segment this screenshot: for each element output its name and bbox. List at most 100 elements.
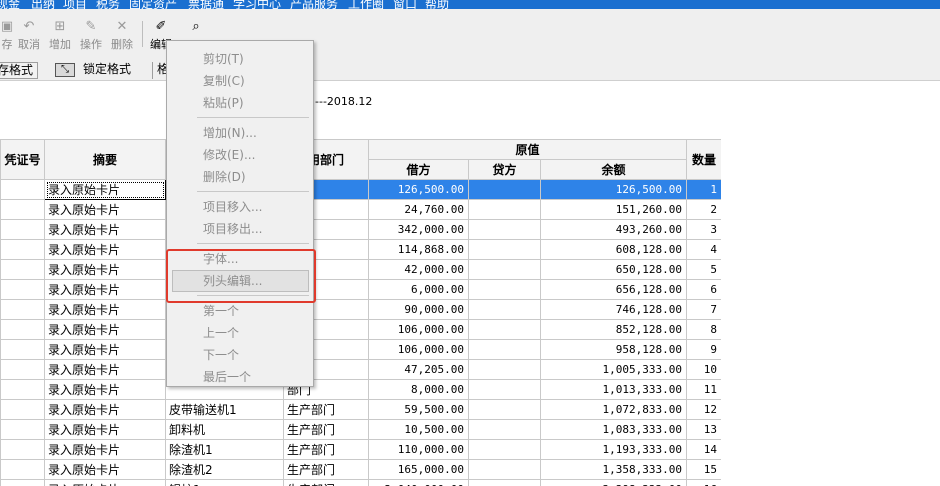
lock-format-button[interactable]: 锁定格式 bbox=[79, 62, 135, 79]
cell-balance[interactable]: 3,398,333.00 bbox=[539, 479, 688, 486]
cell-debit[interactable]: 126,500.00 bbox=[368, 179, 469, 200]
cell-summary[interactable]: 录入原始卡片 bbox=[44, 179, 166, 200]
cell-summary[interactable]: 录入原始卡片 bbox=[44, 239, 166, 260]
table-row[interactable]: 录入原始卡片锅炉1生产部门2,040,000.00 3,398,333.0016 bbox=[0, 479, 721, 486]
cell-debit[interactable]: 42,000.00 bbox=[368, 259, 469, 280]
cell-qty[interactable]: 15 bbox=[686, 459, 721, 480]
cell-summary[interactable]: 录入原始卡片 bbox=[44, 219, 166, 240]
cell-voucher[interactable] bbox=[0, 219, 45, 240]
cell-credit[interactable] bbox=[468, 319, 541, 340]
cell-credit[interactable] bbox=[468, 299, 541, 320]
cell-voucher[interactable] bbox=[0, 399, 45, 420]
table-row[interactable]: 录入原始卡片 卸料机 生产部门 10,500.00 1,083,333.00 13 bbox=[0, 419, 721, 440]
cell-summary[interactable]: 录入原始卡片 bbox=[44, 419, 166, 440]
cell-summary[interactable]: 录入原始卡片 bbox=[44, 319, 166, 340]
cell-asset[interactable]: 除渣机2 bbox=[165, 459, 284, 480]
cell-balance[interactable]: 958,128.00 bbox=[539, 339, 688, 360]
cell-summary[interactable]: 录入原始卡片 bbox=[44, 279, 166, 300]
cell-credit[interactable] bbox=[468, 339, 541, 360]
cell-dept[interactable]: 生产部门 bbox=[283, 399, 369, 420]
cell-summary[interactable]: 录入原始卡片 bbox=[44, 259, 166, 280]
table-row[interactable]: 录入原始卡片 部门 8,000.00 1,013,333.00 11 bbox=[0, 379, 721, 400]
cell-balance[interactable]: 1,193,333.00 bbox=[539, 439, 688, 460]
cell-qty[interactable]: 12 bbox=[686, 399, 721, 420]
cell-voucher[interactable] bbox=[0, 339, 45, 360]
cell-qty[interactable]: 13 bbox=[686, 419, 721, 440]
menu-add[interactable]: 增加(N)... bbox=[203, 124, 257, 141]
cell-credit[interactable] bbox=[468, 379, 541, 400]
menu-window[interactable]: 窗口 bbox=[393, 0, 417, 9]
cell-asset[interactable]: 卸料机 bbox=[165, 419, 284, 440]
cell-summary[interactable]: 录入原始卡片 bbox=[44, 399, 166, 420]
cell-asset[interactable]: 皮带输送机1 bbox=[165, 399, 284, 420]
cell-balance[interactable]: 656,128.00 bbox=[539, 279, 688, 300]
ledger-grid[interactable]: 凭证号 摘要 用部门 原值 数量 借方 贷方 余额 录入原始卡片部门126,50… bbox=[0, 139, 721, 486]
cell-credit[interactable] bbox=[468, 479, 541, 486]
delete-button[interactable]: ✕ 删除 bbox=[109, 19, 135, 52]
menu-help[interactable]: 帮助 bbox=[425, 0, 449, 9]
col-credit[interactable]: 贷方 bbox=[468, 159, 541, 180]
table-row[interactable]: 录入原始卡片部门90,000.00746,128.007 bbox=[0, 299, 721, 320]
search-button[interactable]: ⌕ bbox=[183, 19, 209, 36]
menu-paste[interactable]: 粘贴(P) bbox=[203, 94, 244, 111]
table-row[interactable]: 录入原始卡片部门342,000.00493,260.003 bbox=[0, 219, 721, 240]
cell-voucher[interactable] bbox=[0, 419, 45, 440]
table-row[interactable]: 录入原始卡片 除渣机2 生产部门 165,000.00 1,358,333.00 15 bbox=[0, 459, 721, 480]
menu-cash[interactable]: 现金 bbox=[0, 0, 20, 9]
cell-balance[interactable]: 1,005,333.00 bbox=[539, 359, 688, 380]
table-row[interactable]: 录入原始卡片 除渣机1 生产部门 110,000.00 1,193,333.00 14 bbox=[0, 439, 721, 460]
cell-debit[interactable]: 106,000.00 bbox=[368, 319, 469, 340]
cell-qty[interactable]: 2 bbox=[686, 199, 721, 220]
cell-qty[interactable]: 10 bbox=[686, 359, 721, 380]
cell-balance[interactable]: 1,013,333.00 bbox=[539, 379, 688, 400]
cell-credit[interactable] bbox=[468, 179, 541, 200]
save-format-button[interactable]: 存格式 bbox=[0, 62, 39, 79]
menu-bill[interactable]: 票据通 bbox=[188, 0, 224, 9]
cell-balance[interactable]: 1,083,333.00 bbox=[539, 419, 688, 440]
cell-voucher[interactable] bbox=[0, 359, 45, 380]
menu-previous[interactable]: 上一个 bbox=[203, 324, 239, 341]
cell-credit[interactable] bbox=[468, 199, 541, 220]
table-row[interactable]: 录入原始卡片 皮带输送机1 生产部门 59,500.00 1,072,833.00 12 bbox=[0, 399, 721, 420]
col-original-value[interactable]: 原值 bbox=[367, 139, 688, 160]
cell-debit[interactable]: 114,868.00 bbox=[368, 239, 469, 260]
col-balance[interactable]: 余额 bbox=[539, 159, 688, 180]
menu-cashier[interactable]: 出纳 bbox=[31, 0, 55, 9]
cell-voucher[interactable] bbox=[0, 259, 45, 280]
cell-credit[interactable] bbox=[468, 239, 541, 260]
cell-voucher[interactable] bbox=[0, 459, 45, 480]
menu-first[interactable]: 第一个 bbox=[203, 302, 239, 319]
cell-dept[interactable]: 生产部门 bbox=[283, 479, 369, 486]
cell-voucher[interactable] bbox=[0, 239, 45, 260]
cell-balance[interactable]: 608,128.00 bbox=[539, 239, 688, 260]
cell-voucher[interactable] bbox=[0, 439, 45, 460]
cell-balance[interactable]: 151,260.00 bbox=[539, 199, 688, 220]
menu-next[interactable]: 下一个 bbox=[203, 346, 239, 363]
cell-summary[interactable]: 录入原始卡片 bbox=[44, 199, 166, 220]
cell-asset[interactable]: 锅炉1 bbox=[165, 479, 284, 486]
col-summary[interactable]: 摘要 bbox=[44, 139, 166, 180]
cell-asset[interactable]: 除渣机1 bbox=[165, 439, 284, 460]
menu-products[interactable]: 产品服务 bbox=[290, 0, 338, 9]
cell-debit[interactable]: 24,760.00 bbox=[368, 199, 469, 220]
menu-copy[interactable]: 复制(C) bbox=[203, 72, 245, 89]
cell-voucher[interactable] bbox=[0, 299, 45, 320]
lock-format-icon[interactable]: ⤡ bbox=[55, 63, 75, 77]
table-row[interactable]: 录入原始卡片部门42,000.00650,128.005 bbox=[0, 259, 721, 280]
cell-dept[interactable]: 生产部门 bbox=[283, 459, 369, 480]
cell-balance[interactable]: 126,500.00 bbox=[539, 179, 688, 200]
menu-move-in[interactable]: 项目移入... bbox=[203, 198, 262, 215]
cell-debit[interactable]: 90,000.00 bbox=[368, 299, 469, 320]
menu-fixed-assets[interactable]: 固定资产 bbox=[129, 0, 177, 9]
cell-credit[interactable] bbox=[468, 459, 541, 480]
cell-debit[interactable]: 59,500.00 bbox=[368, 399, 469, 420]
cell-credit[interactable] bbox=[468, 419, 541, 440]
cell-credit[interactable] bbox=[468, 219, 541, 240]
cell-debit[interactable]: 342,000.00 bbox=[368, 219, 469, 240]
cell-balance[interactable]: 852,128.00 bbox=[539, 319, 688, 340]
add-button[interactable]: ⊞ 增加 bbox=[47, 19, 73, 52]
cell-voucher[interactable] bbox=[0, 319, 45, 340]
table-row[interactable]: 录入原始卡片部门6,000.00656,128.006 bbox=[0, 279, 721, 300]
table-row[interactable]: 录入原始卡片部门114,868.00608,128.004 bbox=[0, 239, 721, 260]
table-row[interactable]: 录入原始卡片部门47,205.001,005,333.0010 bbox=[0, 359, 721, 380]
